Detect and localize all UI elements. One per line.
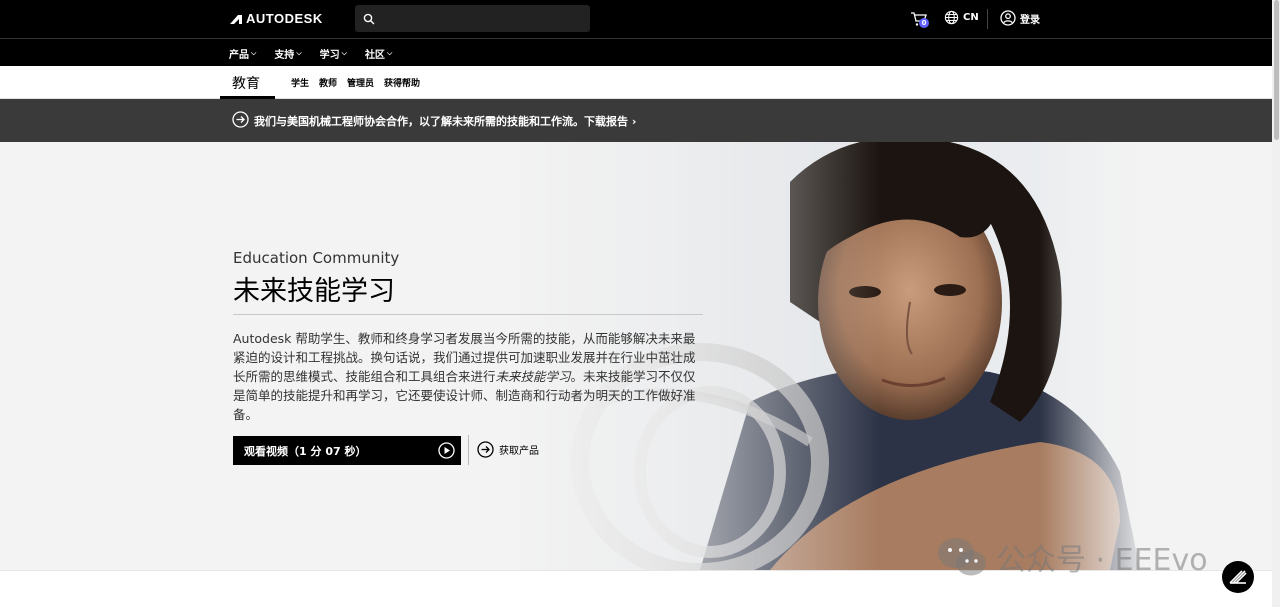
- top-bar: AUTODESK 0 CN 登录: [0, 0, 1280, 38]
- nav-item-label: 产品: [229, 50, 249, 61]
- watch-video-label: 观看视频（1 分 07 秒）: [244, 444, 367, 458]
- get-products-label: 获取产品: [499, 446, 539, 457]
- hero-body-emphasis: 未来技能学习: [495, 369, 571, 384]
- scrollbar-thumb[interactable]: [1274, 0, 1279, 140]
- subnav-title[interactable]: 教育: [232, 73, 260, 93]
- chevron-down-icon: ⌵: [251, 49, 257, 57]
- hero-fade-right: [1040, 142, 1150, 570]
- search-input[interactable]: [381, 11, 581, 26]
- hero-body: Autodesk 帮助学生、教师和终身学习者发展当今所需的技能，从而能够解决未来…: [233, 329, 705, 424]
- nav-item-label: 学习: [319, 50, 340, 61]
- arrow-circle-icon: [232, 111, 249, 128]
- cart-count-badge: 0: [919, 18, 929, 28]
- main-nav: 产品 ⌵ 支持 ⌵ 学习 ⌵ 社区 ⌵: [0, 38, 1280, 66]
- chevron-down-icon: ⌵: [386, 49, 393, 57]
- sub-nav: 教育 学生 教师 管理员 获得帮助: [0, 66, 1272, 99]
- hero-section: Education Community 未来技能学习 Autodesk 帮助学生…: [0, 142, 1272, 570]
- header-divider: [987, 9, 988, 29]
- hero-title: 未来技能学习: [233, 276, 395, 307]
- signin-label: 登录: [1020, 14, 1040, 26]
- watermark: 公众号 · EEEvo: [936, 535, 1208, 579]
- nav-item-community[interactable]: 社区 ⌵: [365, 46, 392, 61]
- globe-icon: [944, 10, 959, 25]
- subnav-link-students[interactable]: 学生: [291, 76, 309, 89]
- nav-item-label: 社区: [364, 50, 385, 61]
- autodesk-logo-icon: [230, 14, 242, 24]
- chevron-down-icon: ⌵: [296, 49, 302, 57]
- watch-video-button[interactable]: 观看视频（1 分 07 秒）: [233, 436, 461, 465]
- user-icon: [1000, 10, 1016, 26]
- brand-name: AUTODESK: [246, 11, 323, 26]
- language-selector[interactable]: CN: [944, 10, 979, 25]
- subnav-link-educators[interactable]: 教师: [319, 76, 337, 89]
- cart-button[interactable]: 0: [910, 11, 930, 29]
- wechat-icon: [938, 538, 986, 576]
- get-products-link[interactable]: 获取产品: [477, 441, 539, 458]
- search-bar[interactable]: [355, 5, 590, 32]
- language-label: CN: [963, 12, 979, 23]
- subnav-link-admins[interactable]: 管理员: [347, 76, 374, 89]
- nav-item-label: 支持: [274, 50, 295, 61]
- nav-item-learn[interactable]: 学习 ⌵: [320, 46, 347, 61]
- signin-button[interactable]: 登录: [1000, 10, 1040, 26]
- chat-button[interactable]: [1222, 561, 1254, 593]
- search-icon: [363, 13, 375, 24]
- hero-divider: [233, 314, 703, 315]
- chat-icon: [1229, 570, 1247, 584]
- announcement-text[interactable]: 我们与美国机械工程师协会合作，以了解未来所需的技能和工作流。下载报告 ›: [254, 113, 636, 129]
- nav-item-products[interactable]: 产品 ⌵: [229, 46, 256, 61]
- subnav-link-help[interactable]: 获得帮助: [384, 76, 420, 89]
- nav-item-support[interactable]: 支持 ⌵: [274, 46, 301, 61]
- hero-eyebrow: Education Community: [233, 249, 400, 267]
- play-icon: [438, 442, 455, 459]
- button-divider: [468, 435, 469, 465]
- chevron-down-icon: ⌵: [341, 49, 347, 57]
- arrow-circle-icon: [477, 441, 494, 458]
- announcement-bar[interactable]: 我们与美国机械工程师协会合作，以了解未来所需的技能和工作流。下载报告 ›: [0, 99, 1272, 142]
- autodesk-logo[interactable]: AUTODESK: [229, 11, 323, 26]
- watermark-text: 公众号 · EEEvo: [996, 543, 1208, 578]
